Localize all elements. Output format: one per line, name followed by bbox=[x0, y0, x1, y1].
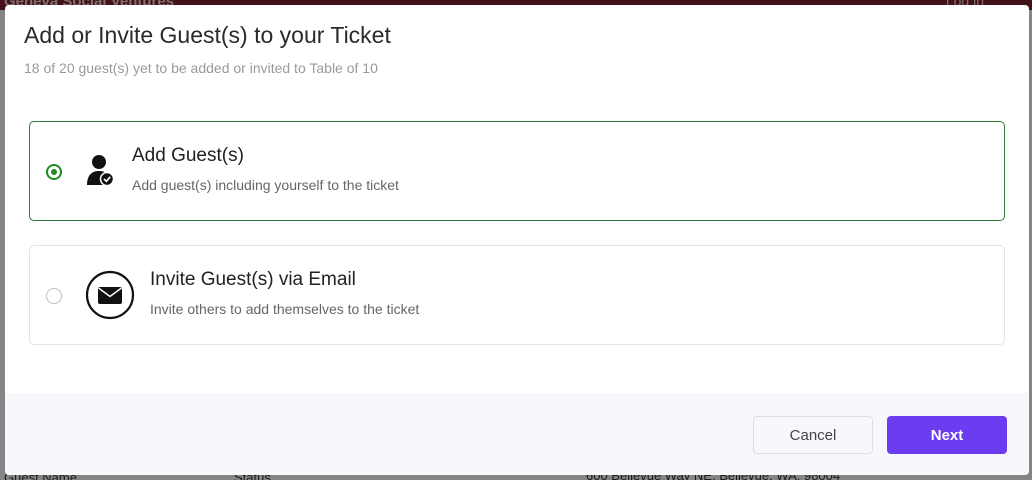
invite-guests-title: Invite Guest(s) via Email bbox=[150, 269, 356, 290]
invite-guests-description: Invite others to add themselves to the t… bbox=[150, 301, 420, 317]
modal-title: Add or Invite Guest(s) to your Ticket bbox=[24, 22, 391, 48]
add-invite-guest-modal: Add or Invite Guest(s) to your Ticket 18… bbox=[5, 5, 1029, 475]
add-guests-title: Add Guest(s) bbox=[132, 145, 244, 166]
add-guests-option[interactable]: Add Guest(s) Add guest(s) including your… bbox=[29, 121, 1005, 221]
modal-footer: Cancel Next bbox=[5, 393, 1029, 475]
next-button[interactable]: Next bbox=[887, 416, 1007, 454]
invite-guests-option[interactable]: Invite Guest(s) via Email Invite others … bbox=[29, 245, 1005, 345]
invite-guests-radio[interactable] bbox=[46, 288, 62, 304]
modal-subtitle: 18 of 20 guest(s) yet to be added or inv… bbox=[24, 60, 378, 76]
user-check-icon bbox=[86, 154, 116, 188]
add-guests-radio[interactable] bbox=[46, 164, 62, 180]
add-guests-description: Add guest(s) including yourself to the t… bbox=[132, 177, 399, 193]
envelope-icon bbox=[85, 270, 135, 320]
cancel-button[interactable]: Cancel bbox=[753, 416, 873, 454]
